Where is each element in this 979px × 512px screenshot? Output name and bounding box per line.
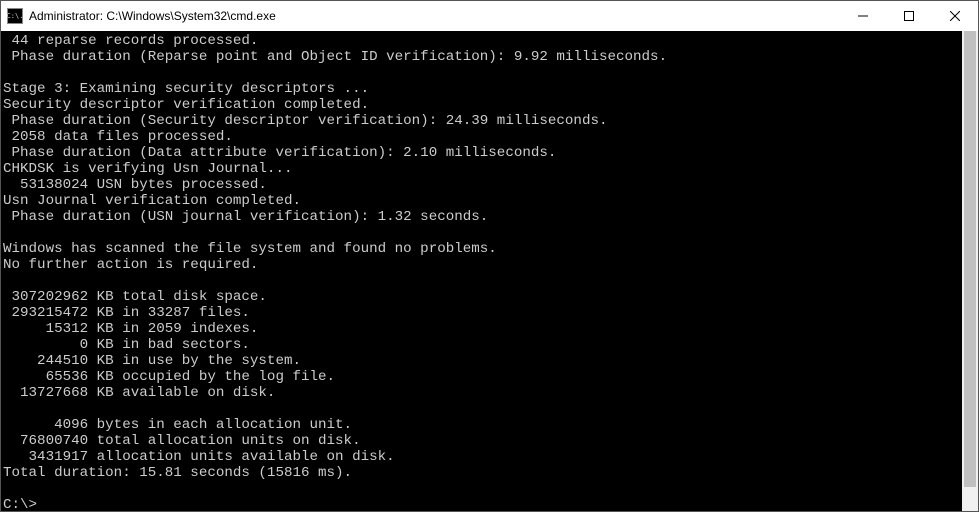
cmd-icon: C:\.: [7, 8, 23, 24]
close-icon: [950, 11, 960, 21]
window-controls: [840, 1, 978, 31]
minimize-button[interactable]: [840, 1, 886, 31]
vertical-scrollbar[interactable]: [962, 31, 978, 511]
close-button[interactable]: [932, 1, 978, 31]
window-title: Administrator: C:\Windows\System32\cmd.e…: [29, 9, 276, 23]
terminal-area: 44 reparse records processed. Phase dura…: [1, 31, 978, 511]
terminal-output[interactable]: 44 reparse records processed. Phase dura…: [1, 31, 962, 511]
minimize-icon: [858, 11, 868, 21]
prompt[interactable]: C:\>: [3, 497, 37, 511]
scrollbar-thumb[interactable]: [964, 31, 976, 487]
maximize-icon: [904, 11, 914, 21]
titlebar[interactable]: C:\. Administrator: C:\Windows\System32\…: [1, 1, 978, 31]
maximize-button[interactable]: [886, 1, 932, 31]
cmd-window: C:\. Administrator: C:\Windows\System32\…: [0, 0, 979, 512]
